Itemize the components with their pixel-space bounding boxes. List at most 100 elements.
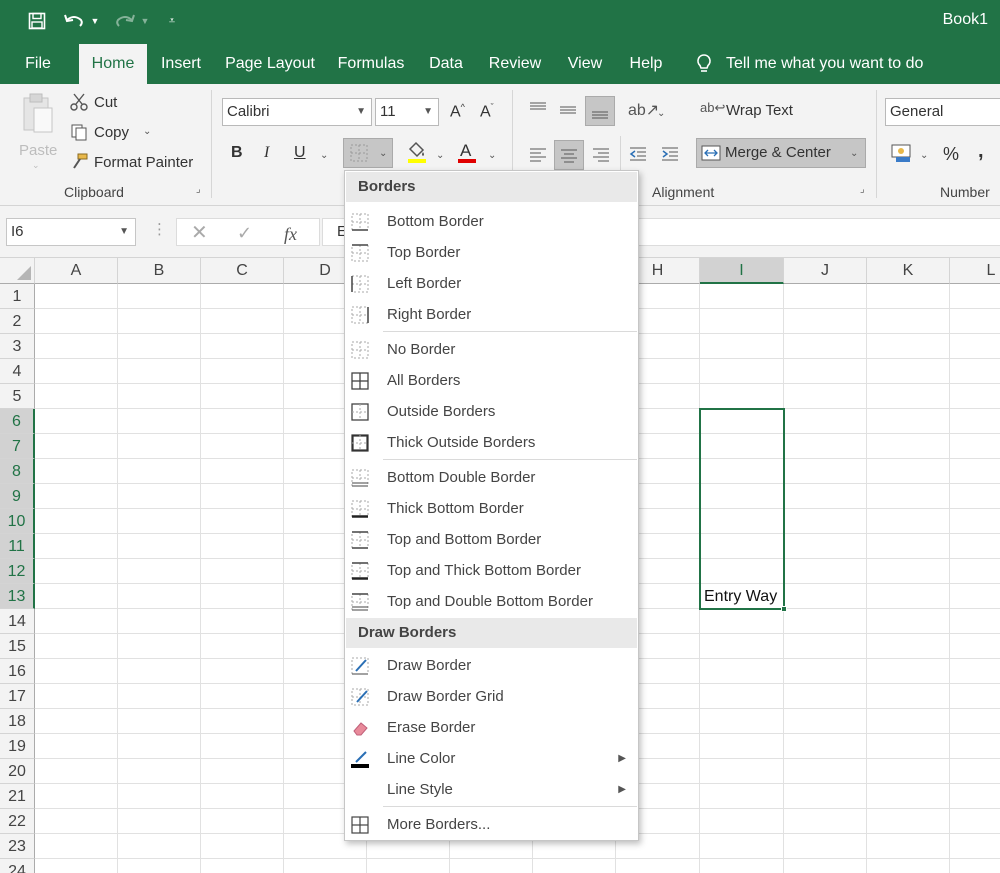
accounting-dropdown-icon[interactable]: ⌄	[920, 150, 928, 161]
undo-dropdown-icon[interactable]: ▼	[90, 8, 100, 34]
align-right-icon[interactable]	[591, 144, 611, 164]
cut-button[interactable]: Cut	[68, 92, 128, 114]
italic-button[interactable]: I	[264, 144, 269, 162]
fill-handle[interactable]	[781, 606, 787, 612]
font-size-combo[interactable]: 11 ▼	[375, 98, 439, 126]
font-color-button[interactable]: A	[456, 140, 480, 166]
save-icon[interactable]	[24, 8, 50, 34]
format-painter-button[interactable]: Format Painter	[68, 152, 198, 174]
percent-button[interactable]: %	[943, 144, 959, 165]
row-header-15[interactable]: 15	[0, 634, 35, 659]
row-header-22[interactable]: 22	[0, 809, 35, 834]
row-header-16[interactable]: 16	[0, 659, 35, 684]
customize-qat-icon[interactable]: ⩡	[164, 8, 180, 34]
decrease-font-icon[interactable]: Aˇ	[480, 102, 494, 121]
tab-insert[interactable]: Insert	[152, 44, 210, 84]
tab-file[interactable]: File	[14, 44, 62, 84]
top-align-icon[interactable]	[528, 100, 548, 120]
align-center-button[interactable]	[554, 140, 584, 170]
column-header-k[interactable]: K	[867, 258, 950, 284]
menu-item-bottom-border[interactable]: Bottom Border	[345, 206, 638, 237]
copy-button[interactable]: Copy ⌄	[68, 122, 158, 144]
orientation-icon[interactable]: ab↗	[628, 100, 659, 120]
menu-item-more-borders[interactable]: More Borders...	[345, 809, 638, 840]
tab-view[interactable]: View	[559, 44, 611, 84]
tab-formulas[interactable]: Formulas	[332, 44, 410, 84]
column-header-a[interactable]: A	[35, 258, 118, 284]
row-header-12[interactable]: 12	[0, 559, 35, 584]
chevron-down-icon[interactable]: ⌄	[379, 148, 387, 159]
chevron-down-icon[interactable]: ⌄	[850, 148, 858, 159]
menu-item-bottom-double-border[interactable]: Bottom Double Border	[345, 462, 638, 493]
menu-item-top-double-bottom-border[interactable]: Top and Double Bottom Border	[345, 586, 638, 617]
row-header-21[interactable]: 21	[0, 784, 35, 809]
underline-button[interactable]: U	[294, 144, 306, 162]
cell-i13[interactable]: Entry Way	[704, 588, 777, 606]
tell-me-search[interactable]: Tell me what you want to do	[726, 44, 932, 84]
chevron-down-icon[interactable]: ▼	[423, 99, 433, 125]
row-header-11[interactable]: 11	[0, 534, 35, 559]
tab-data[interactable]: Data	[420, 44, 472, 84]
row-header-24[interactable]: 24	[0, 859, 35, 873]
row-header-9[interactable]: 9	[0, 484, 35, 509]
menu-item-line-style[interactable]: Line Style ▶	[345, 774, 638, 805]
font-name-combo[interactable]: Calibri ▼	[222, 98, 372, 126]
lightbulb-icon[interactable]	[692, 44, 716, 84]
row-header-8[interactable]: 8	[0, 459, 35, 484]
column-header-b[interactable]: B	[118, 258, 201, 284]
menu-item-erase-border[interactable]: Erase Border	[345, 712, 638, 743]
menu-item-right-border[interactable]: Right Border	[345, 299, 638, 330]
select-all-corner[interactable]	[0, 258, 35, 284]
name-box[interactable]: I6 ▼	[6, 218, 136, 246]
menu-item-thick-outside-borders[interactable]: Thick Outside Borders	[345, 427, 638, 458]
comma-button[interactable]: ,	[978, 140, 984, 163]
menu-item-line-color[interactable]: Line Color ▶	[345, 743, 638, 774]
accounting-format-icon[interactable]	[890, 142, 914, 164]
menu-item-outside-borders[interactable]: Outside Borders	[345, 396, 638, 427]
row-header-13[interactable]: 13	[0, 584, 35, 609]
column-header-l[interactable]: L	[950, 258, 1000, 284]
cancel-icon[interactable]: ✕	[191, 220, 208, 246]
merge-center-button[interactable]: Merge & Center ⌄	[696, 138, 866, 168]
increase-indent-icon[interactable]	[660, 144, 680, 164]
orientation-dropdown-icon[interactable]: ⌄	[657, 108, 665, 119]
row-header-10[interactable]: 10	[0, 509, 35, 534]
increase-font-icon[interactable]: A^	[450, 102, 465, 121]
column-header-c[interactable]: C	[201, 258, 284, 284]
row-header-1[interactable]: 1	[0, 284, 35, 309]
insert-function-icon[interactable]: fx	[284, 221, 297, 247]
row-header-3[interactable]: 3	[0, 334, 35, 359]
column-header-j[interactable]: J	[784, 258, 867, 284]
menu-item-draw-border-grid[interactable]: Draw Border Grid	[345, 681, 638, 712]
row-header-7[interactable]: 7	[0, 434, 35, 459]
column-header-i[interactable]: I	[700, 258, 784, 284]
row-header-20[interactable]: 20	[0, 759, 35, 784]
selected-range[interactable]	[699, 408, 785, 610]
bold-button[interactable]: B	[231, 144, 243, 162]
decrease-indent-icon[interactable]	[628, 144, 648, 164]
underline-dropdown-icon[interactable]: ⌄	[320, 150, 328, 161]
row-header-4[interactable]: 4	[0, 359, 35, 384]
alignment-launcher-icon[interactable]: ⌟	[860, 184, 865, 195]
chevron-down-icon[interactable]: ▼	[356, 99, 366, 125]
menu-item-no-border[interactable]: No Border	[345, 334, 638, 365]
row-header-17[interactable]: 17	[0, 684, 35, 709]
bottom-align-button[interactable]	[585, 96, 615, 126]
enter-icon[interactable]: ✓	[237, 220, 252, 246]
tab-page-layout[interactable]: Page Layout	[220, 44, 320, 84]
font-color-dropdown-icon[interactable]: ⌄	[488, 150, 496, 161]
clipboard-launcher-icon[interactable]: ⌟	[196, 184, 201, 195]
menu-item-left-border[interactable]: Left Border	[345, 268, 638, 299]
row-header-2[interactable]: 2	[0, 309, 35, 334]
tab-home[interactable]: Home	[79, 44, 147, 84]
tab-help[interactable]: Help	[620, 44, 672, 84]
middle-align-icon[interactable]	[558, 100, 578, 120]
menu-item-top-bottom-border[interactable]: Top and Bottom Border	[345, 524, 638, 555]
row-header-19[interactable]: 19	[0, 734, 35, 759]
menu-item-draw-border[interactable]: Draw Border	[345, 650, 638, 681]
fill-color-dropdown-icon[interactable]: ⌄	[436, 150, 444, 161]
number-format-combo[interactable]: General	[885, 98, 1000, 126]
row-header-6[interactable]: 6	[0, 409, 35, 434]
menu-item-top-thick-bottom-border[interactable]: Top and Thick Bottom Border	[345, 555, 638, 586]
chevron-down-icon[interactable]: ▼	[119, 219, 129, 245]
